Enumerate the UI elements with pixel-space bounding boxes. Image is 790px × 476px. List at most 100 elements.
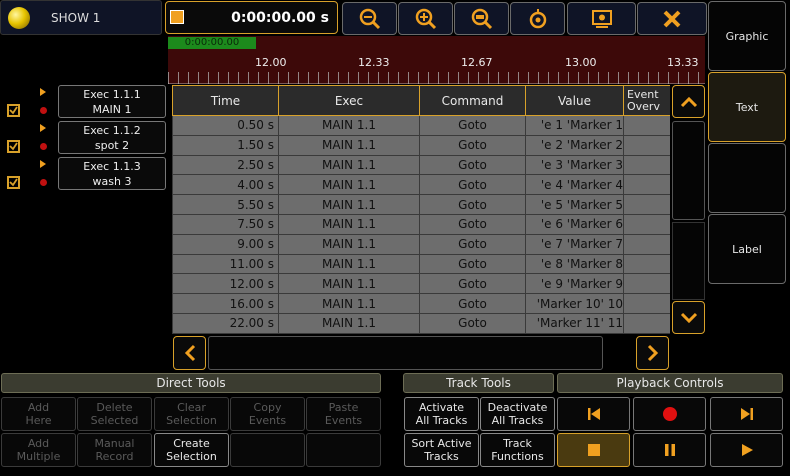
cell-event-overview[interactable] — [623, 233, 670, 255]
track-checkbox[interactable] — [7, 104, 20, 117]
activate-all-tracks-button[interactable]: Activate All Tracks — [404, 397, 479, 431]
cell-command[interactable]: Goto — [419, 253, 526, 275]
pause-button[interactable] — [633, 433, 706, 467]
deactivate-all-tracks-button[interactable]: Deactivate All Tracks — [480, 397, 555, 431]
sync-square-icon[interactable] — [170, 10, 184, 24]
header-exec[interactable]: Exec — [278, 85, 420, 116]
cell-event-overview[interactable] — [623, 115, 670, 136]
sidebar-text-button[interactable]: Text — [708, 72, 786, 142]
header-command[interactable]: Command — [419, 85, 526, 116]
table-row[interactable]: 0.50 s MAIN 1.1 Goto e 1 'Marker 1' — [172, 115, 670, 136]
cell-event-overview[interactable] — [623, 213, 670, 235]
cell-command[interactable]: Goto — [419, 312, 526, 334]
sidebar-graphic-button[interactable]: Graphic — [708, 1, 786, 71]
cell-value[interactable]: 10 'Marker 10' — [525, 293, 624, 314]
add-here-button[interactable]: Add Here — [1, 397, 76, 431]
record-button[interactable] — [633, 397, 706, 431]
track-exec-button[interactable]: Exec 1.1.2 spot 2 — [58, 121, 166, 154]
zoom-fit-button[interactable] — [454, 2, 509, 35]
cell-event-overview[interactable] — [623, 154, 670, 176]
table-row[interactable]: 12.00 s MAIN 1.1 Goto e 9 'Marker 9' — [172, 273, 670, 295]
sidebar-label-button[interactable]: Label — [708, 214, 786, 284]
cell-event-overview[interactable] — [623, 253, 670, 275]
header-value[interactable]: Value — [525, 85, 624, 116]
cell-value[interactable]: e 7 'Marker 7' — [525, 233, 624, 255]
copy-events-button[interactable]: Copy Events — [230, 397, 305, 431]
cell-exec[interactable]: MAIN 1.1 — [278, 312, 420, 334]
track-exec-button[interactable]: Exec 1.1.3 wash 3 — [58, 157, 166, 190]
cell-event-overview[interactable] — [623, 194, 670, 215]
header-event-overview[interactable]: Event Overv — [623, 85, 670, 116]
cell-exec[interactable]: MAIN 1.1 — [278, 194, 420, 215]
cell-event-overview[interactable] — [623, 174, 670, 196]
skip-back-button[interactable] — [557, 397, 630, 431]
cell-command[interactable]: Goto — [419, 273, 526, 295]
cell-value[interactable]: e 5 'Marker 5' — [525, 194, 624, 215]
target-button[interactable] — [510, 2, 565, 35]
cell-value[interactable]: e 2 'Marker 2' — [525, 134, 624, 156]
zoom-out-button[interactable] — [342, 2, 397, 35]
table-row[interactable]: 5.50 s MAIN 1.1 Goto e 5 'Marker 5' — [172, 194, 670, 215]
cell-time[interactable]: 12.00 s — [172, 273, 279, 295]
table-row[interactable]: 16.00 s MAIN 1.1 Goto 10 'Marker 10' — [172, 293, 670, 314]
table-row[interactable]: 7.50 s MAIN 1.1 Goto e 6 'Marker 6' — [172, 213, 670, 235]
track-checkbox[interactable] — [7, 176, 20, 189]
cell-exec[interactable]: MAIN 1.1 — [278, 273, 420, 295]
cell-time[interactable]: 0.50 s — [172, 115, 279, 136]
cell-exec[interactable]: MAIN 1.1 — [278, 253, 420, 275]
track-checkbox[interactable] — [7, 140, 20, 153]
expand-arrow-icon[interactable] — [40, 160, 46, 168]
cell-value[interactable]: e 1 'Marker 1' — [525, 115, 624, 136]
track-exec-button[interactable]: Exec 1.1.1 MAIN 1 — [58, 85, 166, 118]
cell-event-overview[interactable] — [623, 273, 670, 295]
cell-command[interactable]: Goto — [419, 213, 526, 235]
scroll-down-button[interactable] — [672, 301, 705, 334]
cell-exec[interactable]: MAIN 1.1 — [278, 115, 420, 136]
scroll-left-button[interactable] — [173, 336, 206, 370]
cell-command[interactable]: Goto — [419, 134, 526, 156]
cell-command[interactable]: Goto — [419, 194, 526, 215]
vertical-scroll-track[interactable] — [672, 121, 705, 220]
track-functions-button[interactable]: Track Functions — [480, 433, 555, 467]
scroll-up-button[interactable] — [672, 85, 705, 118]
play-button[interactable] — [710, 433, 783, 467]
table-row[interactable]: 2.50 s MAIN 1.1 Goto e 3 'Marker 3' — [172, 154, 670, 176]
header-time[interactable]: Time — [172, 85, 279, 116]
cell-value[interactable]: e 6 'Marker 6' — [525, 213, 624, 235]
scroll-right-button[interactable] — [636, 336, 669, 370]
cell-exec[interactable]: MAIN 1.1 — [278, 213, 420, 235]
table-row[interactable]: 22.00 s MAIN 1.1 Goto 11 'Marker 11' — [172, 312, 670, 334]
cell-time[interactable]: 5.50 s — [172, 194, 279, 215]
cell-time[interactable]: 4.00 s — [172, 174, 279, 196]
manual-record-button[interactable]: Manual Record — [77, 433, 152, 467]
cell-value[interactable]: e 3 'Marker 3' — [525, 154, 624, 176]
stop-button[interactable] — [557, 433, 630, 467]
clear-selection-button[interactable]: Clear Selection — [154, 397, 229, 431]
cell-exec[interactable]: MAIN 1.1 — [278, 154, 420, 176]
cell-time[interactable]: 1.50 s — [172, 134, 279, 156]
add-multiple-button[interactable]: Add Multiple — [1, 433, 76, 467]
close-button[interactable] — [637, 2, 707, 35]
cell-time[interactable]: 16.00 s — [172, 293, 279, 314]
delete-selected-button[interactable]: Delete Selected — [77, 397, 152, 431]
cell-event-overview[interactable] — [623, 293, 670, 314]
cell-time[interactable]: 22.00 s — [172, 312, 279, 334]
sort-active-tracks-button[interactable]: Sort Active Tracks — [404, 433, 479, 467]
cell-event-overview[interactable] — [623, 134, 670, 156]
table-row[interactable]: 1.50 s MAIN 1.1 Goto e 2 'Marker 2' — [172, 134, 670, 156]
cell-value[interactable]: e 9 'Marker 9' — [525, 273, 624, 295]
create-selection-button[interactable]: Create Selection — [154, 433, 229, 467]
table-row[interactable]: 9.00 s MAIN 1.1 Goto e 7 'Marker 7' — [172, 233, 670, 255]
sidebar-empty-button[interactable] — [708, 143, 786, 213]
screen-button[interactable] — [567, 2, 636, 35]
cell-exec[interactable]: MAIN 1.1 — [278, 233, 420, 255]
skip-forward-button[interactable] — [710, 397, 783, 431]
cell-time[interactable]: 7.50 s — [172, 213, 279, 235]
cell-value[interactable]: e 8 'Marker 8' — [525, 253, 624, 275]
paste-events-button[interactable]: Paste Events — [306, 397, 381, 431]
cell-command[interactable]: Goto — [419, 115, 526, 136]
table-row[interactable]: 11.00 s MAIN 1.1 Goto e 8 'Marker 8' — [172, 253, 670, 275]
zoom-in-button[interactable] — [398, 2, 453, 35]
cell-time[interactable]: 11.00 s — [172, 253, 279, 275]
cell-command[interactable]: Goto — [419, 174, 526, 196]
